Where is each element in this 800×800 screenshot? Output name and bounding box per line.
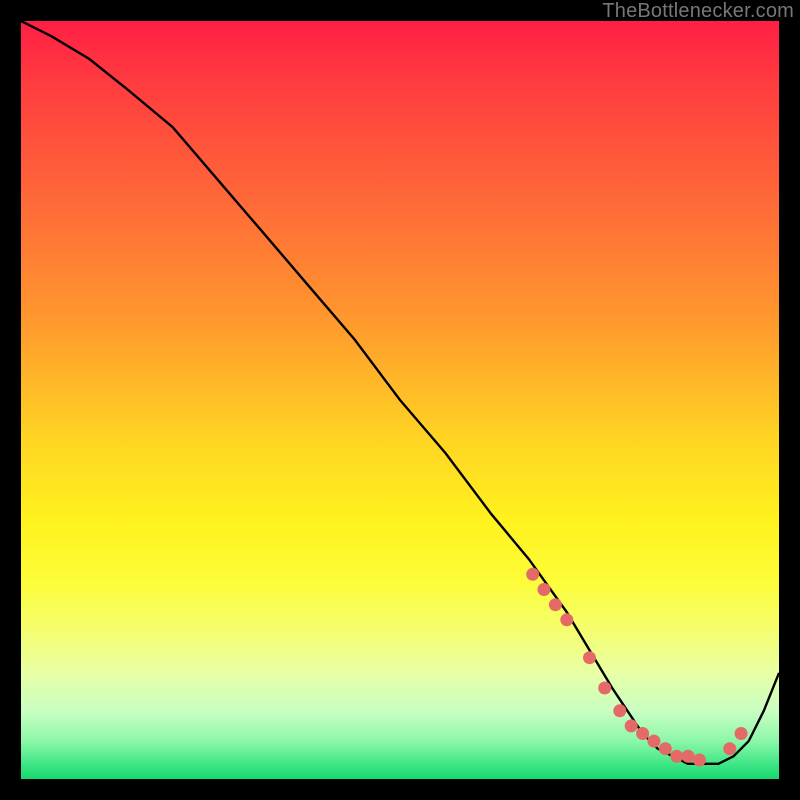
data-marker — [647, 735, 660, 748]
watermark-text: TheBottlenecker.com — [602, 0, 794, 23]
data-marker — [636, 727, 649, 740]
data-marker — [598, 682, 611, 695]
data-marker — [526, 568, 539, 581]
bottleneck-curve — [21, 21, 779, 764]
data-marker — [549, 598, 562, 611]
data-marker — [613, 704, 626, 717]
data-marker — [735, 727, 748, 740]
data-marker — [625, 719, 638, 732]
chart-frame — [21, 21, 779, 779]
data-marker — [693, 754, 706, 767]
data-marker — [659, 742, 672, 755]
data-marker — [670, 750, 683, 763]
data-marker — [682, 750, 695, 763]
data-marker — [538, 583, 551, 596]
marker-group — [526, 568, 747, 767]
data-marker — [723, 742, 736, 755]
data-marker — [560, 613, 573, 626]
data-marker — [583, 651, 596, 664]
chart-svg — [21, 21, 779, 779]
